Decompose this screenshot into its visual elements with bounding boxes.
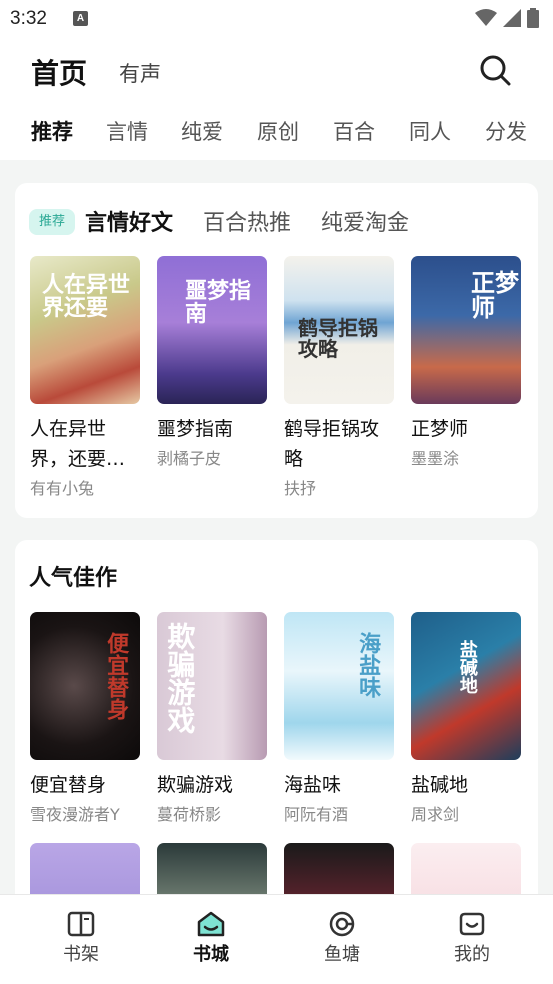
book-title[interactable]: 盐碱地 [411, 770, 521, 800]
book-card[interactable]: 盐碱地 盐碱地 周求剑 [411, 612, 521, 826]
featured-card: 推荐 言情好文 百合热推 纯爱淘金 人在异世界还要 人在异世界，还要… 有有小兔… [15, 183, 538, 518]
book-cover[interactable]: 正梦师 [411, 256, 521, 404]
tab-distribution[interactable]: 分发 [485, 116, 527, 146]
book-card[interactable]: 便宜替身 便宜替身 雪夜漫游者Y [30, 612, 140, 826]
cover-title: 正梦师 [471, 268, 519, 323]
bookstore-icon [197, 911, 225, 937]
wifi-icon [475, 9, 497, 26]
audio-tab[interactable]: 有声 [119, 58, 161, 88]
cover-title: 盐碱地 [456, 640, 478, 694]
book-cover[interactable] [411, 843, 521, 894]
main-content[interactable]: 推荐 言情好文 百合热推 纯爱淘金 人在异世界还要 人在异世界，还要… 有有小兔… [0, 160, 553, 894]
book-card[interactable]: 噩梦指南 噩梦指南 剥橘子皮 [157, 256, 267, 470]
featured-subtabs: 推荐 言情好文 百合热推 纯爱淘金 [29, 203, 524, 239]
book-card[interactable]: 欺骗游戏 欺骗游戏 蔓荷桥影 [157, 612, 267, 826]
book-cover[interactable] [30, 843, 140, 894]
bookshelf-icon [67, 911, 95, 937]
book-cover[interactable]: 海盐味 [284, 612, 394, 760]
profile-icon [459, 912, 485, 936]
cover-title: 鹤导拒锅攻略 [298, 316, 378, 361]
subtab-bl-gold[interactable]: 纯爱淘金 [321, 205, 409, 237]
bottom-nav: 书架 书城 鱼塘 我的 [0, 894, 553, 984]
system-icons [475, 8, 539, 28]
subtab-romance-picks[interactable]: 言情好文 [85, 205, 174, 237]
book-title[interactable]: 噩梦指南 [157, 414, 267, 444]
book-card[interactable]: 人在异世界还要 人在异世界，还要… 有有小兔 [30, 256, 140, 500]
book-title[interactable]: 鹤导拒锅攻略 [284, 414, 394, 474]
book-author: 扶抒 [284, 479, 317, 498]
nav-label: 书城 [193, 944, 229, 965]
popular-card: 人气佳作 便宜替身 便宜替身 雪夜漫游者Y 欺骗游戏 欺骗游戏 蔓荷桥影 海盐味… [15, 540, 538, 894]
tab-bl[interactable]: 纯爱 [181, 116, 223, 146]
fishpond-icon [329, 911, 355, 937]
book-author: 周求剑 [411, 805, 460, 824]
category-tabs: 推荐 言情 纯爱 原创 百合 同人 分发 [0, 116, 553, 156]
book-cover[interactable]: 欺骗游戏 [157, 612, 267, 760]
home-title[interactable]: 首页 [31, 52, 87, 92]
cover-title: 便宜替身 [103, 632, 130, 720]
book-title[interactable]: 海盐味 [284, 770, 394, 800]
book-title[interactable]: 便宜替身 [30, 770, 140, 800]
nav-label: 我的 [454, 944, 490, 965]
recommend-badge: 推荐 [29, 209, 75, 235]
status-bar: 3:32 A [0, 0, 553, 38]
book-author: 墨墨涂 [411, 449, 460, 468]
cover-title: 人在异世界还要 [42, 272, 131, 322]
book-cover[interactable]: 便宜替身 [30, 612, 140, 760]
search-icon[interactable] [478, 53, 512, 87]
tab-gl[interactable]: 百合 [333, 116, 375, 146]
book-cover[interactable]: 盐碱地 [411, 612, 521, 760]
book-author: 蔓荷桥影 [157, 805, 222, 824]
nav-fishpond[interactable]: 鱼塘 [273, 895, 411, 984]
battery-icon [527, 8, 539, 28]
section-title: 人气佳作 [29, 566, 118, 591]
subtab-gl-hot[interactable]: 百合热推 [203, 205, 291, 237]
nav-bookstore[interactable]: 书城 [142, 895, 280, 984]
book-cover[interactable]: 人在异世界还要 [30, 256, 140, 404]
book-card[interactable]: 海盐味 海盐味 阿阮有酒 [284, 612, 394, 826]
book-card[interactable]: 正梦师 正梦师 墨墨涂 [411, 256, 521, 470]
notification-icon: A [73, 11, 88, 26]
book-cover[interactable]: 噩梦指南 [157, 256, 267, 404]
top-bar: 首页 有声 推荐 言情 纯爱 原创 百合 同人 分发 [0, 38, 553, 160]
tab-romance[interactable]: 言情 [106, 116, 148, 146]
book-title[interactable]: 正梦师 [411, 414, 521, 444]
tab-original[interactable]: 原创 [257, 116, 299, 146]
book-author: 阿阮有酒 [284, 805, 349, 824]
book-author: 剥橘子皮 [157, 449, 222, 468]
book-author: 有有小兔 [30, 479, 95, 498]
book-card[interactable]: 鹤导拒锅攻略 鹤导拒锅攻略 扶抒 [284, 256, 394, 500]
cover-title: 欺骗游戏 [163, 622, 197, 734]
nav-label: 书架 [63, 944, 99, 965]
book-cover[interactable] [284, 843, 394, 894]
status-time: 3:32 [10, 8, 47, 29]
cover-title: 噩梦指南 [185, 278, 252, 328]
nav-profile[interactable]: 我的 [403, 895, 541, 984]
cover-title: 海盐味 [355, 632, 382, 698]
tab-fanfic[interactable]: 同人 [409, 116, 451, 146]
book-title[interactable]: 人在异世界，还要… [30, 414, 140, 474]
tab-recommend[interactable]: 推荐 [31, 116, 73, 146]
book-title[interactable]: 欺骗游戏 [157, 770, 267, 800]
nav-bookshelf[interactable]: 书架 [12, 895, 150, 984]
book-author: 雪夜漫游者Y [30, 805, 120, 824]
nav-label: 鱼塘 [324, 944, 360, 965]
book-cover[interactable]: 鹤导拒锅攻略 [284, 256, 394, 404]
signal-icon [503, 9, 521, 27]
book-cover[interactable] [157, 843, 267, 894]
